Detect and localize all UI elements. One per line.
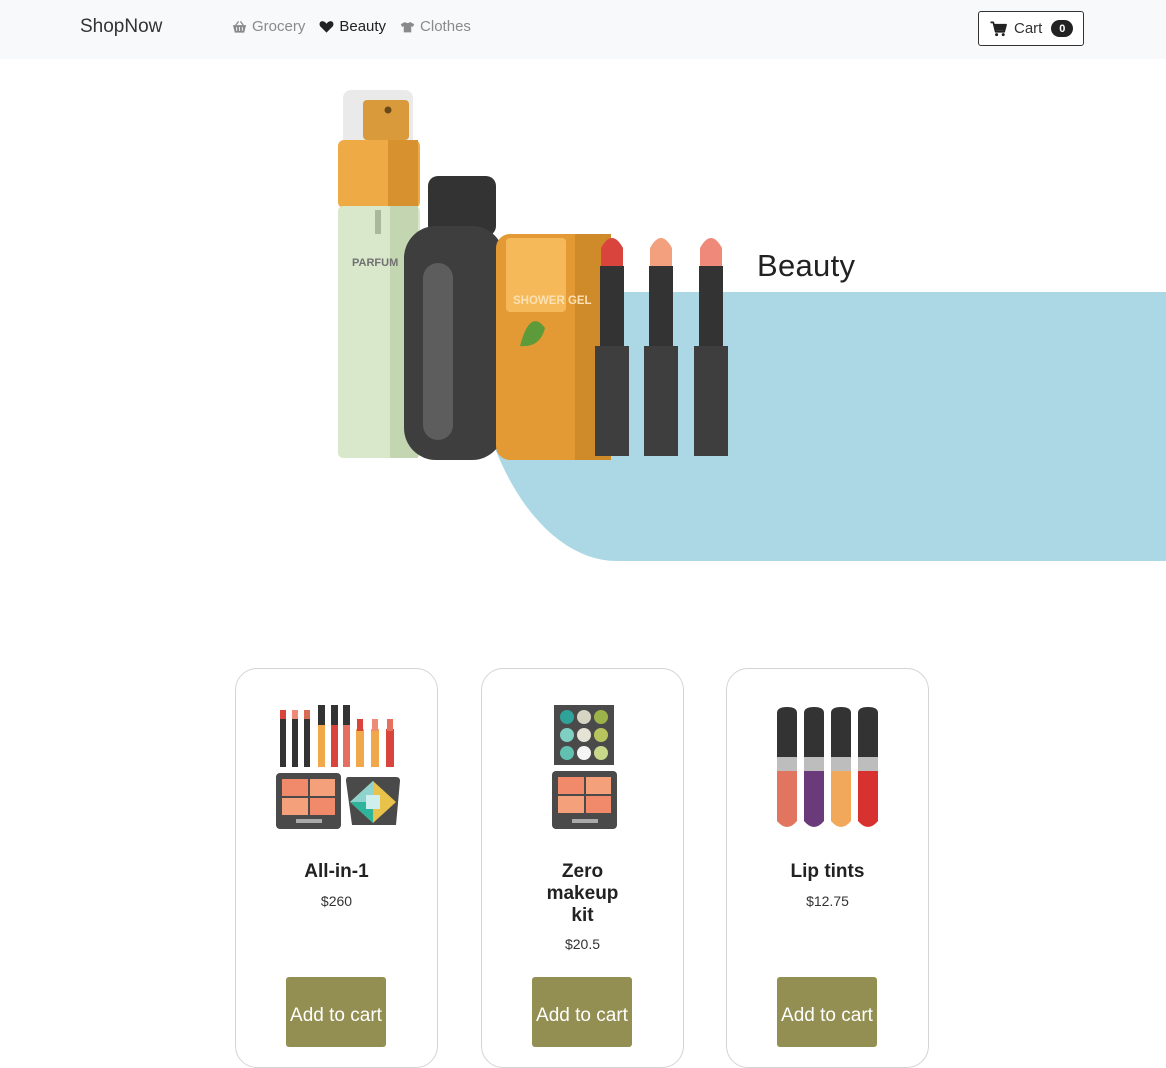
cart-label: Cart	[1014, 20, 1043, 37]
add-to-cart-button[interactable]: Add to cart	[532, 977, 632, 1047]
perfume-label: PARFUM	[352, 257, 398, 269]
lipstick-peach	[644, 238, 678, 456]
nav-links: Grocery Beauty Clothes	[232, 18, 471, 35]
product-card: Zero makeup kit $20.5 Add to cart	[481, 668, 684, 1068]
makeup-set-image	[276, 705, 400, 829]
basket-icon	[232, 20, 247, 33]
nav-link-grocery[interactable]: Grocery	[232, 18, 305, 35]
tshirt-icon	[400, 21, 415, 32]
lipstick-pink	[694, 238, 728, 456]
cart-button[interactable]: Cart 0	[978, 11, 1084, 46]
product-price: $260	[320, 893, 353, 909]
lipstick-red	[595, 238, 629, 456]
product-card: Lip tints $12.75 Add to cart	[726, 668, 929, 1068]
cart-icon	[990, 21, 1007, 36]
hero-title: Beauty	[757, 248, 856, 283]
eyeshadow-kit-image	[552, 705, 617, 829]
product-name: Zero makeup kit	[546, 861, 619, 926]
nav-link-beauty[interactable]: Beauty	[319, 18, 386, 35]
cart-count-badge: 0	[1051, 20, 1074, 37]
heart-icon	[319, 20, 334, 33]
hero-cosmetics-illustration: PARFUM SHOWER GEL	[338, 90, 728, 460]
nav-link-clothes[interactable]: Clothes	[400, 18, 471, 35]
navbar: ShopNow Grocery Beauty Clothes Cart 0	[0, 0, 1166, 59]
brand-logo[interactable]: ShopNow	[80, 16, 162, 38]
product-price: $20.5	[564, 936, 601, 952]
product-price: $12.75	[806, 893, 849, 909]
nav-link-label: Beauty	[339, 18, 387, 35]
shower-gel-label: SHOWER GEL	[513, 295, 592, 307]
add-to-cart-button[interactable]: Add to cart	[777, 977, 877, 1047]
lip-tints-image	[777, 707, 878, 827]
nav-link-label: Grocery	[252, 18, 306, 35]
product-card: All-in-1 $260 Add to cart	[235, 668, 438, 1068]
add-to-cart-button[interactable]: Add to cart	[286, 977, 386, 1047]
product-name: All-in-1	[304, 861, 369, 882]
product-name: Lip tints	[790, 861, 865, 882]
nav-link-label: Clothes	[420, 18, 471, 35]
